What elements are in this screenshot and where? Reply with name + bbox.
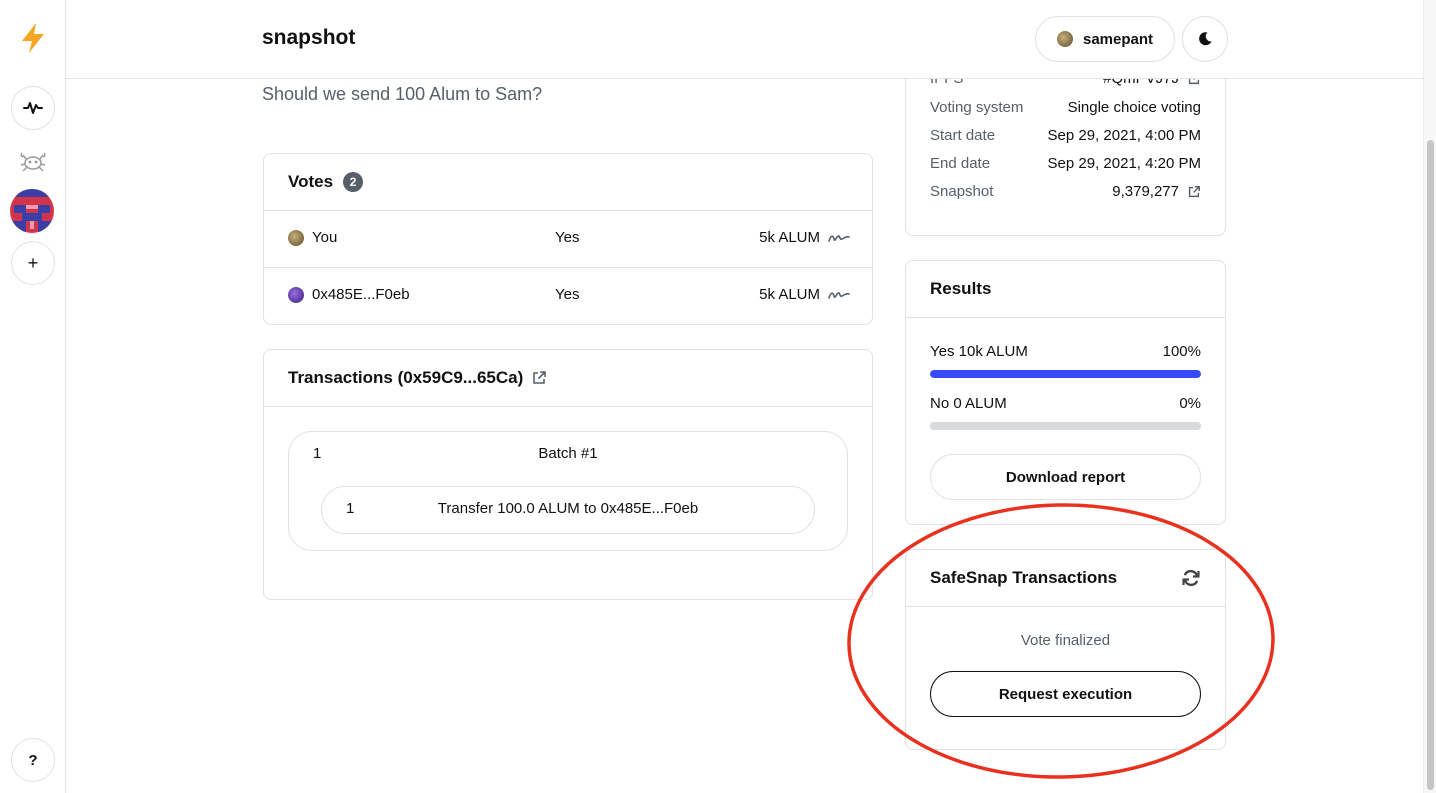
info-value: Sep 29, 2021, 4:00 PM xyxy=(1047,127,1201,144)
voter-name[interactable]: You xyxy=(312,229,337,246)
download-report-button[interactable]: Download report xyxy=(930,454,1201,500)
voter-name[interactable]: 0x485E...F0eb xyxy=(312,286,410,303)
result-progress-bar xyxy=(930,370,1201,378)
transaction-description: Transfer 100.0 ALUM to 0x485E...F0eb xyxy=(437,500,699,517)
result-percent: 0% xyxy=(1179,395,1201,412)
refresh-icon[interactable] xyxy=(1181,568,1201,588)
moon-icon xyxy=(1199,32,1212,46)
voter-avatar xyxy=(288,229,304,246)
space-avatar[interactable] xyxy=(10,189,54,233)
external-link-icon[interactable] xyxy=(1187,185,1201,199)
vote-row: You Yes 5k ALUM xyxy=(264,211,872,268)
info-row-voting-system: Voting system Single choice voting xyxy=(930,99,1201,119)
voter-avatar xyxy=(288,286,304,303)
safesnap-card: SafeSnap Transactions Vote finalized Req… xyxy=(905,549,1226,750)
safesnap-header: SafeSnap Transactions xyxy=(906,550,1225,607)
transaction-batch[interactable]: 1 Batch #1 1 Transfer 100.0 ALUM to 0x48… xyxy=(288,431,848,551)
help-button[interactable]: ? xyxy=(11,738,55,782)
external-link-icon[interactable] xyxy=(531,370,547,386)
vote-power: 5k ALUM xyxy=(759,229,820,246)
transactions-card: Transactions (0x59C9...65Ca) 1 Batch #1 … xyxy=(263,349,873,600)
space-crab-icon[interactable] xyxy=(17,145,49,177)
request-execution-button[interactable]: Request execution xyxy=(930,671,1201,717)
user-avatar xyxy=(1056,31,1073,47)
plus-icon: + xyxy=(27,252,39,273)
vote-choice: Yes xyxy=(555,229,580,246)
help-icon: ? xyxy=(28,751,38,769)
info-row-end-date: End date Sep 29, 2021, 4:20 PM xyxy=(930,155,1201,175)
info-label: Voting system xyxy=(930,99,1024,116)
batch-title: Batch #1 xyxy=(538,445,598,462)
info-value: Sep 29, 2021, 4:20 PM xyxy=(1047,155,1201,172)
result-progress-fill xyxy=(930,370,1201,378)
activity-icon xyxy=(23,102,43,114)
page-scrollbar[interactable] xyxy=(1423,0,1436,793)
theme-toggle-button[interactable] xyxy=(1182,16,1228,62)
votes-title: Votes xyxy=(288,172,334,191)
transactions-title: Transactions (0x59C9...65Ca) xyxy=(288,368,524,387)
add-space-button[interactable]: + xyxy=(11,241,55,285)
result-percent: 100% xyxy=(1162,343,1201,360)
results-title: Results xyxy=(930,279,992,298)
transactions-header: Transactions (0x59C9...65Ca) xyxy=(264,350,872,407)
activity-button[interactable] xyxy=(11,86,55,130)
vote-power: 5k ALUM xyxy=(759,286,820,303)
proposal-question: Should we send 100 Alum to Sam? xyxy=(262,84,543,104)
votes-card: Votes 2 You Yes 5k ALUM 0x485E...F0eb Ye… xyxy=(263,153,873,325)
result-label: No 0 ALUM xyxy=(930,395,1007,412)
votes-count-badge: 2 xyxy=(343,172,364,192)
info-label: Start date xyxy=(930,127,996,144)
results-header: Results xyxy=(906,261,1225,318)
lightning-bolt-icon[interactable] xyxy=(19,22,47,54)
transaction-item[interactable]: 1 Transfer 100.0 ALUM to 0x485E...F0eb xyxy=(321,486,815,534)
safesnap-status: Vote finalized xyxy=(1020,632,1111,649)
snapshot-block-link[interactable]: 9,379,277 xyxy=(1112,183,1179,200)
result-progress-bar xyxy=(930,422,1201,430)
vote-choice: Yes xyxy=(555,286,580,303)
info-row-snapshot: Snapshot 9,379,277 xyxy=(930,183,1201,203)
info-row-start-date: Start date Sep 29, 2021, 4:00 PM xyxy=(930,127,1201,147)
votes-header: Votes 2 xyxy=(264,154,872,211)
info-label: Snapshot xyxy=(930,183,994,200)
signature-icon[interactable] xyxy=(828,231,850,245)
result-label: Yes 10k ALUM xyxy=(930,343,1028,360)
info-value: Single choice voting xyxy=(1067,99,1201,116)
brand-logo-text[interactable]: snapshot xyxy=(262,26,355,50)
results-card: Results Yes 10k ALUM 100% No 0 ALUM 0% D… xyxy=(905,260,1226,525)
safesnap-title: SafeSnap Transactions xyxy=(930,568,1118,587)
account-button[interactable]: samepant xyxy=(1035,16,1175,62)
scrollbar-thumb[interactable] xyxy=(1427,140,1434,790)
vote-row: 0x485E...F0eb Yes 5k ALUM xyxy=(264,268,872,325)
signature-icon[interactable] xyxy=(828,288,850,302)
sidebar: + ? xyxy=(0,0,66,793)
info-label: End date xyxy=(930,155,991,172)
top-header: snapshot samepant xyxy=(66,0,1423,79)
account-name: samepant xyxy=(1082,30,1154,48)
